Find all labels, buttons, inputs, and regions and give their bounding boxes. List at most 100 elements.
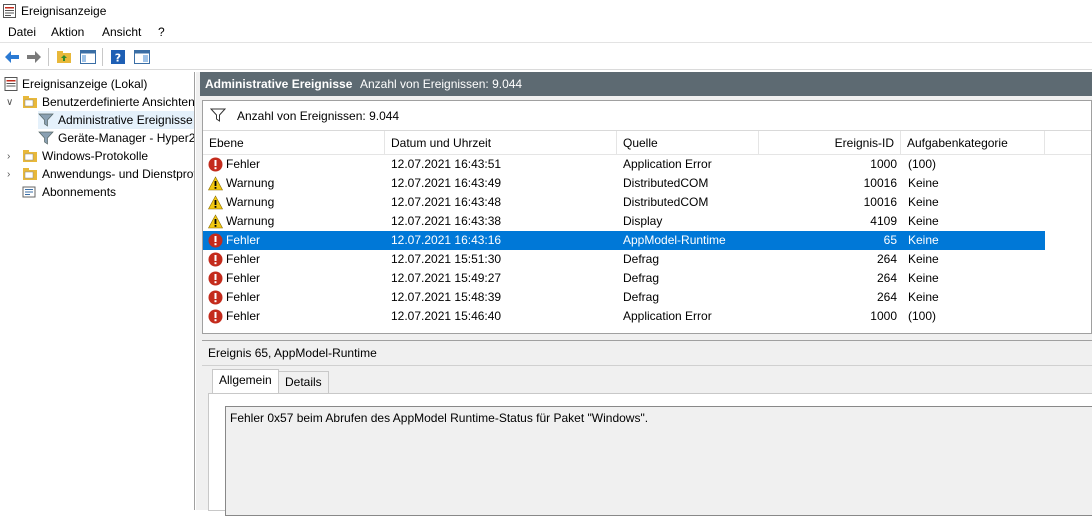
table-row[interactable]: Warnung 12.07.2021 16:43:48 DistributedCOM… <box>203 193 1045 212</box>
cell-date: 12.07.2021 16:43:48 <box>391 195 502 209</box>
tree-item-subscriptions[interactable]: Abonnements <box>22 183 116 201</box>
back-button[interactable] <box>2 47 22 67</box>
column-header-quelle[interactable]: Quelle <box>617 131 759 155</box>
show-hide-tree-button[interactable] <box>78 47 98 67</box>
error-icon <box>208 252 223 267</box>
table-row[interactable]: Fehler 12.07.2021 16:43:16 AppModel-Runtim… <box>203 231 1045 250</box>
tab-details[interactable]: Details <box>278 371 329 393</box>
table-row[interactable]: Fehler 12.07.2021 16:43:51 Application Err… <box>203 155 1045 174</box>
cell-event-id: 4109 <box>870 214 897 228</box>
cell-source: DistributedCOM <box>623 176 709 190</box>
cell-date: 12.07.2021 16:43:16 <box>391 233 502 247</box>
event-count: Anzahl von Ereignissen: 9.044 <box>360 77 523 91</box>
chevron-right-icon[interactable]: › <box>7 169 10 180</box>
cell-event-id: 10016 <box>863 195 897 209</box>
tree-item-label: Geräte-Manager - Hyper2 <box>58 131 195 145</box>
open-folder-button[interactable] <box>54 47 74 67</box>
forward-arrow-icon <box>27 51 41 63</box>
action-pane-icon <box>134 50 150 64</box>
partial-row <box>203 326 1091 333</box>
error-icon <box>208 271 223 286</box>
event-list-panel: Anzahl von Ereignissen: 9.044 Ebene Datu… <box>202 100 1092 334</box>
tree-item-device-manager[interactable]: Geräte-Manager - Hyper2 <box>38 129 195 147</box>
cell-source: Defrag <box>623 290 660 304</box>
cell-date: 12.07.2021 16:43:51 <box>391 157 502 171</box>
tree-item-label: Benutzerdefinierte Ansichten <box>42 95 195 109</box>
column-header-ebene[interactable]: Ebene <box>203 131 385 155</box>
tree-item-label: Abonnements <box>42 185 117 199</box>
svg-text:?: ? <box>115 52 121 65</box>
cell-category: Keine <box>908 290 939 304</box>
tree-item-admin-events[interactable]: Administrative Ereignisse <box>38 111 194 129</box>
column-header-datum[interactable]: Datum und Uhrzeit <box>385 131 617 155</box>
table-row[interactable]: Fehler 12.07.2021 15:49:27 Defrag 264 Keine <box>203 269 1045 288</box>
menu-aktion[interactable]: Aktion <box>51 25 84 39</box>
cell-category: (100) <box>908 157 937 171</box>
column-header-ereignis-id[interactable]: Ereignis-ID <box>759 131 901 155</box>
menu-datei[interactable]: Datei <box>8 25 36 39</box>
warning-icon <box>207 176 224 191</box>
cell-source: Defrag <box>623 271 660 285</box>
menu-ansicht[interactable]: Ansicht <box>102 25 141 39</box>
help-button[interactable]: ? <box>108 47 128 67</box>
table-row[interactable]: Warnung 12.07.2021 16:43:38 Display 4109 Kei… <box>203 212 1045 231</box>
cell-event-id: 264 <box>876 252 897 266</box>
error-icon <box>208 157 223 172</box>
cell-level: Fehler <box>226 271 261 285</box>
cell-level: Fehler <box>226 233 261 247</box>
tree-item-custom-views[interactable]: Benutzerdefinierte Ansichten <box>22 93 195 111</box>
tree-item-label: Ereignisanzeige (Lokal) <box>22 77 148 91</box>
folder-icon <box>23 168 37 180</box>
folder-icon <box>23 150 37 162</box>
filter-bar: Anzahl von Ereignissen: 9.044 <box>203 101 1091 131</box>
event-message-box[interactable]: Fehler 0x57 beim Abrufen des AppModel Ru… <box>225 406 1092 516</box>
cell-event-id: 1000 <box>870 157 897 171</box>
cell-level: Fehler <box>226 290 261 304</box>
tree-item-root[interactable]: Ereignisanzeige (Lokal) <box>4 75 147 93</box>
cell-level: Warnung <box>226 176 275 190</box>
event-detail-panel: Ereignis 65, AppModel-Runtime Fehler 0x5… <box>202 340 1092 516</box>
cell-date: 12.07.2021 15:48:39 <box>391 290 502 304</box>
event-viewer-icon <box>3 4 16 18</box>
chevron-down-icon[interactable]: ∨ <box>6 97 13 108</box>
pane-title: Administrative Ereignisse <box>205 77 353 91</box>
warning-icon <box>207 195 224 210</box>
filter-count: Anzahl von Ereignissen: 9.044 <box>237 109 400 123</box>
cell-date: 12.07.2021 16:43:49 <box>391 176 502 190</box>
cell-date: 12.07.2021 15:51:30 <box>391 252 502 266</box>
tree-item-label: Windows-Protokolle <box>42 149 149 163</box>
column-header-row: Ebene Datum und Uhrzeit Quelle Ereignis-… <box>203 131 1091 155</box>
tab-allgemein[interactable]: Allgemein <box>212 369 279 393</box>
error-icon <box>208 309 223 324</box>
event-viewer-icon <box>4 77 18 91</box>
navigation-tree: Ereignisanzeige (Lokal) ∨ Benutzerdefini… <box>0 72 195 510</box>
table-row[interactable]: Fehler 12.07.2021 15:51:30 Defrag 264 Keine <box>203 250 1045 269</box>
forward-button[interactable] <box>24 47 44 67</box>
cell-category: Keine <box>908 195 939 209</box>
table-row[interactable]: Fehler 12.07.2021 15:46:40 Application Err… <box>203 307 1045 326</box>
chevron-right-icon[interactable]: › <box>7 151 10 162</box>
filter-icon <box>38 131 54 145</box>
column-header-aufgabenkategorie[interactable]: Aufgabenkategorie <box>901 131 1045 155</box>
table-row[interactable]: Warnung 12.07.2021 16:43:49 DistributedCOM… <box>203 174 1045 193</box>
cell-category: Keine <box>908 233 939 247</box>
cell-level: Fehler <box>226 309 261 323</box>
help-icon: ? <box>111 50 125 65</box>
cell-event-id: 10016 <box>863 176 897 190</box>
tree-item-windows-logs[interactable]: Windows-Protokolle <box>22 147 148 165</box>
window-title: Ereignisanzeige <box>21 4 107 18</box>
menu-help[interactable]: ? <box>158 25 165 39</box>
cell-source: Application Error <box>623 309 712 323</box>
cell-category: Keine <box>908 214 939 228</box>
cell-event-id: 264 <box>876 271 897 285</box>
show-action-pane-button[interactable] <box>132 47 152 67</box>
tree-item-label: Anwendungs- und Dienstprotokolle <box>42 167 194 181</box>
table-row[interactable]: Fehler 12.07.2021 15:48:39 Defrag 264 Keine <box>203 288 1045 307</box>
toolbar: ? <box>0 42 1092 70</box>
cell-date: 12.07.2021 16:43:38 <box>391 214 502 228</box>
cell-date: 12.07.2021 15:49:27 <box>391 271 502 285</box>
folder-up-icon <box>57 51 71 63</box>
detail-title: Ereignis 65, AppModel-Runtime <box>208 346 377 360</box>
tree-item-app-service-logs[interactable]: Anwendungs- und Dienstprotokolle <box>22 165 194 183</box>
tab-content: Fehler 0x57 beim Abrufen des AppModel Ru… <box>208 393 1092 516</box>
